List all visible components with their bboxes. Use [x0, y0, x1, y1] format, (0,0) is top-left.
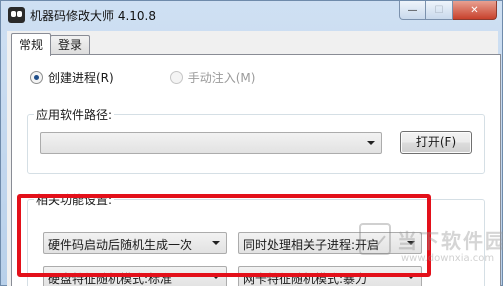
nic-random-mode-value: 网卡特征随机模式:暴力	[243, 272, 368, 286]
process-handling-select[interactable]: 同时处理相关子进程:开启	[238, 232, 422, 254]
caption-buttons: — ☐ ✕	[399, 1, 497, 20]
close-button[interactable]: ✕	[453, 1, 497, 20]
radio-create-process[interactable]: 创建进程(R)	[30, 69, 114, 86]
chevron-down-icon	[212, 275, 220, 279]
settings-label: 相关功能设置:	[34, 191, 115, 208]
chevron-down-icon	[367, 141, 375, 145]
radio-unchecked-icon	[169, 71, 183, 84]
chevron-down-icon	[212, 241, 220, 245]
hardware-code-mode-value: 硬件码启动后随机生成一次	[48, 238, 193, 252]
app-logo-icon	[8, 7, 25, 23]
radio-manual-inject[interactable]: 手动注入(M)	[169, 69, 256, 86]
app-path-group: 应用软件路径: 打开(F)	[27, 106, 485, 174]
hardware-code-mode-select[interactable]: 硬件码启动后随机生成一次	[43, 232, 227, 254]
radio-manual-inject-label: 手动注入(M)	[187, 71, 256, 85]
launch-mode-radios: 创建进程(R) 手动注入(M)	[30, 69, 255, 86]
process-handling-value: 同时处理相关子进程:开启	[243, 238, 380, 252]
open-button[interactable]: 打开(F)	[400, 131, 472, 154]
disk-random-mode-select[interactable]: 硬盘特征随机模式:标准	[43, 266, 227, 286]
maximize-icon: ☐	[434, 4, 444, 16]
app-window: 机器码修改大师 4.10.8 — ☐ ✕ 常规 登录 创建进程(R) 手动注入(…	[0, 0, 503, 286]
tab-strip: 常规 登录	[11, 33, 91, 56]
disk-random-mode-value: 硬盘特征随机模式:标准	[48, 272, 173, 286]
close-icon: ✕	[470, 4, 479, 16]
minimize-icon: —	[407, 4, 418, 16]
tab-general[interactable]: 常规	[11, 33, 52, 56]
chevron-down-icon	[407, 241, 415, 245]
nic-random-mode-select[interactable]: 网卡特征随机模式:暴力	[238, 266, 422, 286]
radio-create-process-label: 创建进程(R)	[48, 71, 114, 85]
settings-group: 相关功能设置: 硬件码启动后随机生成一次 同时处理相关子进程:开启 硬盘特征随机…	[27, 191, 485, 286]
chevron-down-icon	[407, 275, 415, 279]
title-bar[interactable]: 机器码修改大师 4.10.8 — ☐ ✕	[1, 1, 502, 30]
app-path-label: 应用软件路径:	[34, 106, 115, 123]
maximize-button[interactable]: ☐	[426, 1, 453, 20]
minimize-button[interactable]: —	[399, 1, 426, 20]
window-title: 机器码修改大师 4.10.8	[30, 9, 156, 23]
general-tab-panel: 创建进程(R) 手动注入(M) 应用软件路径: 打开(F) 相关功能设置: 硬件…	[11, 54, 501, 286]
client-area: 常规 登录 创建进程(R) 手动注入(M) 应用软件路径: 打开(F) 相关功能…	[7, 31, 501, 286]
app-path-combobox[interactable]	[40, 132, 382, 154]
radio-checked-icon	[30, 71, 43, 84]
tab-login[interactable]: 登录	[50, 35, 91, 55]
